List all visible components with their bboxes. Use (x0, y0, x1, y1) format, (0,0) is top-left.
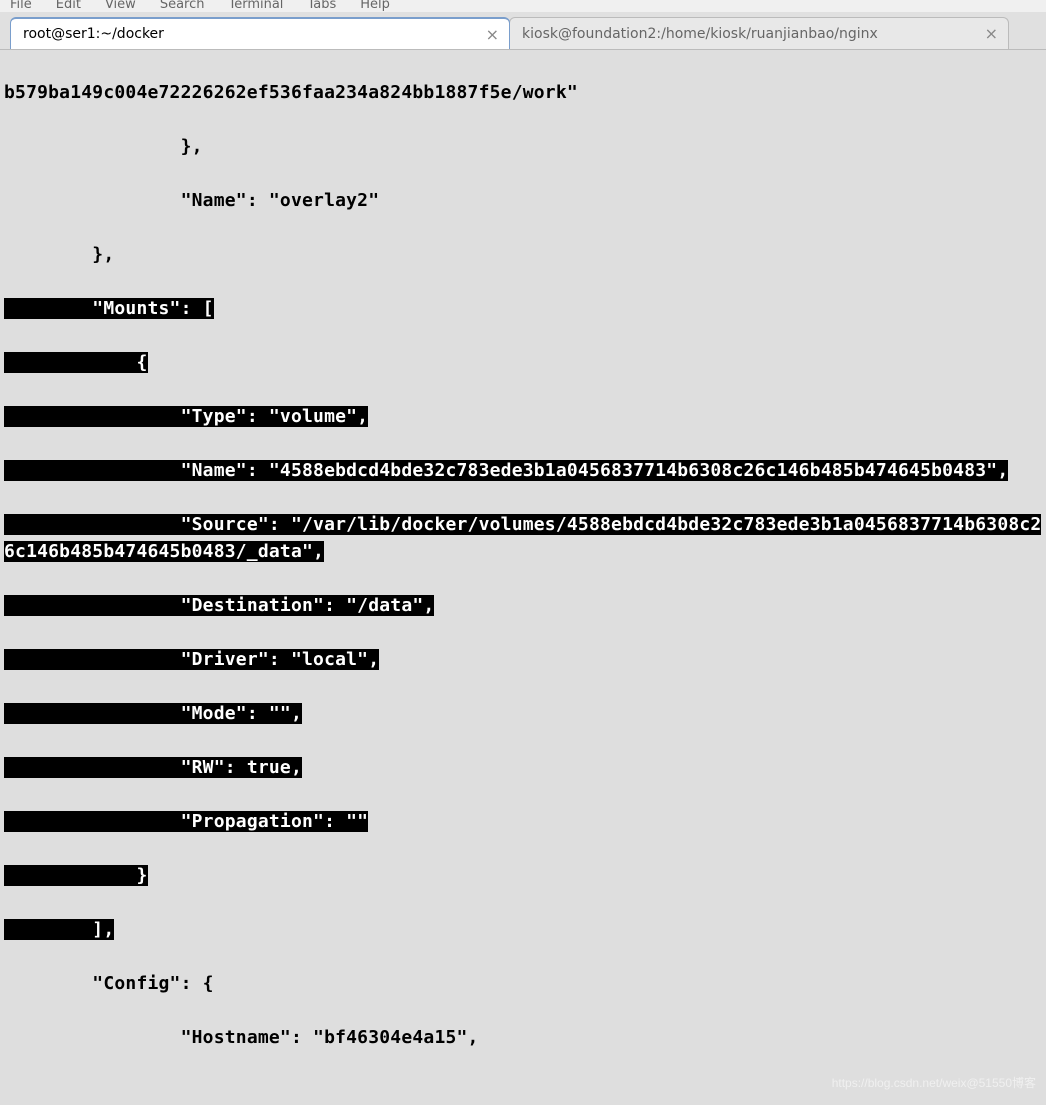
terminal-line: } (0, 862, 1046, 889)
menu-tabs[interactable]: Tabs (307, 0, 336, 12)
watermark: https://blog.csdn.net/weix@51550博客 (832, 1070, 1036, 1097)
terminal-line: "Destination": "/data", (0, 592, 1046, 619)
menu-search[interactable]: Search (160, 0, 205, 12)
terminal-line: "RW": true, (0, 754, 1046, 781)
tab-bar: root@ser1:~/docker × kiosk@foundation2:/… (0, 12, 1046, 50)
terminal-line: "Propagation": "" (0, 808, 1046, 835)
tab-label: kiosk@foundation2:/home/kiosk/ruanjianba… (522, 26, 878, 42)
close-icon[interactable]: × (486, 25, 499, 44)
menu-terminal[interactable]: Terminal (228, 0, 283, 12)
terminal-line: "Name": "4588ebdcd4bde32c783ede3b1a04568… (0, 457, 1046, 484)
terminal-line: }, (0, 241, 1046, 268)
tab-label: root@ser1:~/docker (23, 26, 164, 42)
terminal-output[interactable]: b579ba149c004e72226262ef536faa234a824bb1… (0, 50, 1046, 1105)
terminal-line: "Mounts": [ (0, 295, 1046, 322)
menu-edit[interactable]: Edit (56, 0, 81, 12)
menubar: File Edit View Search Terminal Tabs Help (0, 0, 1046, 12)
terminal-line: ], (0, 916, 1046, 943)
menu-view[interactable]: View (105, 0, 136, 12)
menu-file[interactable]: File (10, 0, 32, 12)
terminal-line: "Hostname": "bf46304e4a15", (0, 1024, 1046, 1051)
terminal-line: { (0, 349, 1046, 376)
terminal-line: "Type": "volume", (0, 403, 1046, 430)
terminal-line: }, (0, 133, 1046, 160)
terminal-line: "Source": "/var/lib/docker/volumes/4588e… (0, 511, 1046, 565)
terminal-line: "Config": { (0, 970, 1046, 997)
tab-root-docker[interactable]: root@ser1:~/docker × (10, 17, 510, 49)
terminal-line: "Mode": "", (0, 700, 1046, 727)
terminal-line: b579ba149c004e72226262ef536faa234a824bb1… (0, 79, 1046, 106)
terminal-line: "Driver": "local", (0, 646, 1046, 673)
menu-help[interactable]: Help (360, 0, 390, 12)
terminal-line: "Name": "overlay2" (0, 187, 1046, 214)
close-icon[interactable]: × (985, 24, 998, 43)
tab-kiosk-nginx[interactable]: kiosk@foundation2:/home/kiosk/ruanjianba… (509, 17, 1009, 49)
